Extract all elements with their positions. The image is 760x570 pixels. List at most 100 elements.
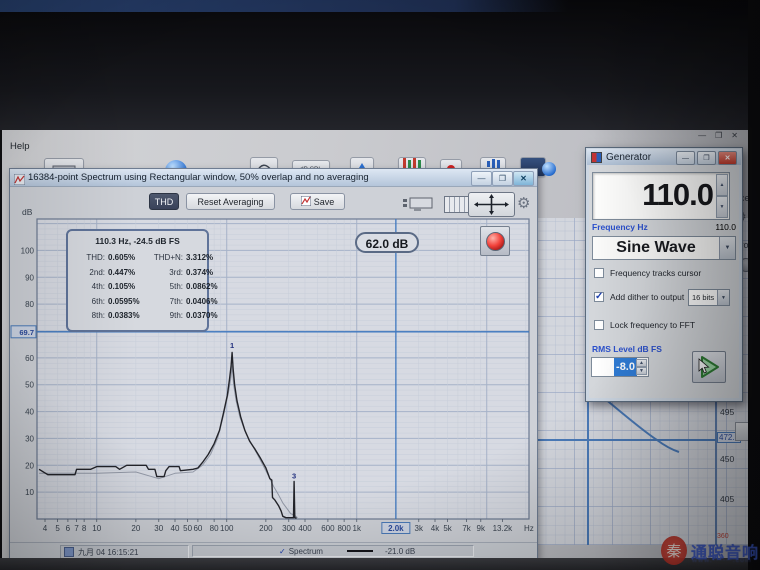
frequency-up-button[interactable]: ▲ [716, 174, 728, 196]
y-tick-label: 30 [25, 434, 34, 443]
y-tick-label: 60 [25, 354, 34, 363]
x-tick-label: 200 [259, 524, 273, 533]
generator-window: Generator — ❐ ✕ 110.0 ▲ ▼ Frequency Hz 1… [585, 147, 743, 402]
generator-titlebar[interactable]: Generator — ❐ ✕ [587, 149, 741, 165]
y-cursor-value: 69.7 [19, 328, 34, 337]
generator-minimize-button[interactable]: — [676, 151, 695, 165]
spectrum-window-title: 16384-point Spectrum using Rectangular w… [28, 172, 369, 183]
x-tick-label: 60 [193, 524, 202, 533]
info-cell: 3.312% [186, 253, 214, 262]
x-tick-label: 40 [171, 524, 180, 533]
waveform-dropdown-arrow-icon[interactable]: ▼ [719, 237, 735, 259]
x-tick-label: 3k [415, 524, 424, 533]
bits-dropdown-arrow-icon[interactable]: ▼ [717, 290, 729, 305]
x-tick-label: 20 [131, 524, 140, 533]
menu-help[interactable]: Help [10, 141, 30, 152]
x-tick-label: 100 [220, 524, 234, 533]
frequency-value: 110.0 [715, 222, 736, 232]
x-tick-label: 80 [210, 524, 219, 533]
checkbox-unchecked-icon[interactable] [594, 268, 604, 278]
photo-background: — ❐ ✕ Help dB SPL [0, 0, 760, 570]
x-axis-unit: Hz [524, 524, 534, 533]
watermark-seal-icon: 秦 [661, 536, 687, 565]
dither-bits-select[interactable]: 16 bits ▼ [688, 289, 730, 306]
x-tick-label: 300 [282, 524, 296, 533]
photo-right-edge [748, 0, 760, 570]
app-minimize-button[interactable]: — [698, 131, 706, 140]
info-cell: 2nd: [89, 267, 105, 277]
play-icon [698, 356, 719, 378]
frequency-row: Frequency Hz 110.0 [592, 222, 736, 232]
x-tick-label: 400 [298, 524, 312, 533]
x-tick-label: 800 [337, 524, 351, 533]
frequency-display-value: 110.0 [642, 177, 714, 212]
dither-bits-value: 16 bits [692, 293, 715, 302]
info-cell: 0.0383% [108, 311, 140, 320]
generator-window-controls: — ❐ ✕ [676, 151, 737, 165]
statusbar-datetime-text: 九月 04 16:15:21 [78, 547, 139, 557]
background-cursor-vline [587, 395, 589, 545]
x-tick-label: 1k [353, 524, 362, 533]
thd-info-grid: THD: 0.605% THD+N: 3.312% 2nd: 0.447% 3rd: 0.37… [76, 253, 217, 320]
generator-close-button[interactable]: ✕ [718, 151, 737, 165]
info-cell: 9th: [169, 311, 183, 320]
info-cell: 8th: [91, 311, 105, 320]
record-button[interactable] [480, 226, 510, 256]
spectrum-window-icon [13, 172, 26, 190]
option-frequency-tracks-cursor[interactable]: Frequency tracks cursor [594, 268, 701, 278]
small-sphere-icon[interactable] [542, 162, 556, 176]
y-tick-label: 50 [25, 381, 34, 390]
y-tick-label: 90 [25, 273, 34, 282]
info-cell: 3rd: [169, 267, 183, 277]
frequency-spinner: ▲ ▼ [716, 174, 728, 218]
thd-info-box: 110.3 Hz, -24.5 dB FS THD: 0.605% THD+N: 3.… [66, 229, 218, 332]
monitor-screen: — ❐ ✕ Help dB SPL [2, 130, 748, 558]
info-cell: 0.0595% [108, 296, 140, 306]
spectrum-close-button[interactable]: ✕ [513, 171, 534, 186]
spectrum-titlebar[interactable]: 16384-point Spectrum using Rectangular w… [10, 169, 537, 187]
x-tick-label: 9k [477, 524, 486, 533]
statusbar-datetime: 九月 04 16:15:21 [60, 545, 189, 558]
option-add-dither[interactable]: Add dither to output [594, 291, 684, 302]
info-cell: 6th: [91, 296, 105, 306]
rms-up-button[interactable]: ▲ [636, 359, 647, 367]
scrollbar-button[interactable] [735, 422, 748, 441]
spectrum-maximize-button[interactable]: ❐ [492, 171, 513, 186]
record-icon [485, 231, 505, 251]
checkbox-checked-icon[interactable] [594, 291, 604, 302]
option-lock-frequency[interactable]: Lock frequency to FFT [594, 320, 695, 330]
info-cell: 0.0406% [186, 296, 218, 306]
harmonic-marker: 1 [230, 341, 234, 350]
spectrum-minimize-button[interactable]: — [471, 171, 492, 186]
frequency-down-button[interactable]: ▼ [716, 196, 728, 218]
x-tick-label: 50 [183, 524, 192, 533]
app-window-controls: — ❐ ✕ [698, 131, 738, 140]
level-readout: 62.0 dB [355, 232, 419, 253]
y-tick-label: 10 [25, 488, 34, 497]
waveform-select[interactable]: Sine Wave ▼ [592, 236, 736, 260]
generator-window-icon [591, 151, 602, 163]
option-label: Lock frequency to FFT [610, 320, 696, 330]
frequency-display[interactable]: 110.0 ▲ ▼ [592, 172, 730, 220]
x-cursor-value: 2.0k [388, 524, 404, 533]
app-maximize-button[interactable]: ❐ [715, 131, 722, 140]
generator-play-button[interactable] [692, 351, 726, 383]
info-cell: 4th: [91, 282, 105, 291]
calendar-icon [64, 547, 74, 557]
info-cell: THD: [86, 253, 105, 262]
x-tick-label: 13.2k [493, 524, 514, 533]
x-tick-label: 6 [66, 524, 71, 533]
photo-blue-band [0, 0, 568, 12]
rms-down-button[interactable]: ▼ [636, 367, 647, 375]
info-cell: 0.605% [108, 253, 136, 262]
info-cell: 0.447% [108, 267, 136, 277]
spectrum-trace-label: Spectrum [288, 546, 323, 556]
generator-maximize-button[interactable]: ❐ [697, 151, 716, 165]
app-close-button[interactable]: ✕ [731, 131, 738, 140]
rms-level-spinner[interactable]: -8.0 ▲ ▼ [591, 357, 649, 377]
y-tick-label: 100 [21, 246, 35, 255]
x-tick-label: 10 [92, 524, 101, 533]
spectrum-trace-checkbox[interactable]: ✓ [279, 547, 286, 556]
checkbox-unchecked-icon[interactable] [594, 320, 604, 330]
info-cell: 5th: [169, 282, 183, 291]
